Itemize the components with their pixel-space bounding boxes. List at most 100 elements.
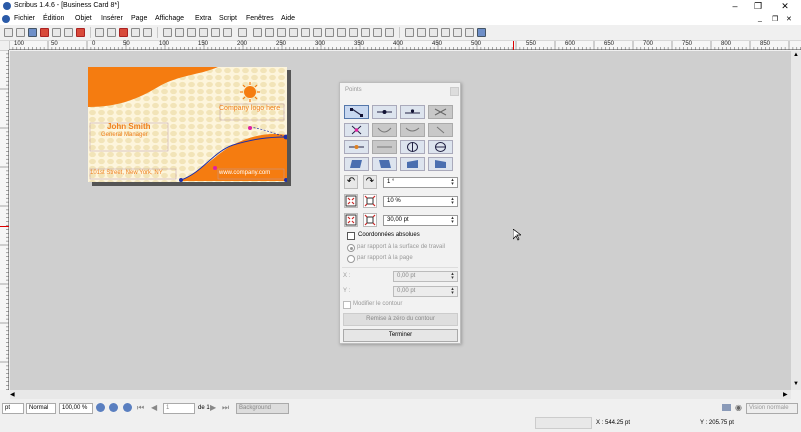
rotate-icon[interactable]: [289, 28, 298, 37]
menu-fenetres[interactable]: Fenêtres: [246, 15, 274, 22]
card-logo-text[interactable]: Company logo here: [219, 105, 280, 112]
symmetric-control-button[interactable]: [372, 123, 397, 137]
delete-points-button[interactable]: [428, 105, 453, 119]
scroll-left-icon[interactable]: ◀: [10, 391, 15, 398]
first-page-icon[interactable]: ⏮: [137, 403, 144, 413]
shear-right-button[interactable]: [372, 157, 397, 171]
pdf-export-icon[interactable]: [76, 28, 85, 37]
zoom-icon[interactable]: [301, 28, 310, 37]
mdi-minimize-button[interactable]: _: [758, 15, 762, 22]
copy-properties-icon[interactable]: [373, 28, 382, 37]
card-address[interactable]: 101st Street, New York, NY: [90, 170, 163, 176]
mirror-vertical-button[interactable]: [428, 140, 453, 154]
page-number-select[interactable]: 1: [163, 403, 195, 414]
table-icon[interactable]: [211, 28, 220, 37]
shear-up-button[interactable]: [400, 157, 425, 171]
enlarge-by-size-icon[interactable]: [363, 213, 377, 227]
card-name[interactable]: John Smith: [107, 122, 151, 131]
edit-contour-checkbox[interactable]: [343, 301, 351, 309]
undo-icon[interactable]: [95, 28, 104, 37]
shrink-by-size-icon[interactable]: [344, 213, 358, 227]
last-page-icon[interactable]: ⏭: [222, 403, 229, 413]
shear-left-button[interactable]: [344, 157, 369, 171]
absolute-coords-checkbox[interactable]: [347, 232, 355, 240]
select-tool-icon[interactable]: [163, 28, 172, 37]
minimize-button[interactable]: –: [724, 0, 746, 13]
copy-icon[interactable]: [131, 28, 140, 37]
panel-close-button[interactable]: [450, 87, 459, 96]
shape-icon[interactable]: [223, 28, 232, 37]
unlink-frames-icon[interactable]: [349, 28, 358, 37]
line-icon[interactable]: [253, 28, 262, 37]
business-card-page[interactable]: Company logo here John Smith General Man…: [88, 67, 287, 182]
close-doc-icon[interactable]: [40, 28, 49, 37]
preview-mode-icon[interactable]: [722, 404, 731, 411]
mdi-restore-button[interactable]: ❐: [772, 15, 778, 23]
menu-aide[interactable]: Aide: [281, 15, 295, 22]
pdf-listbox-icon[interactable]: [453, 28, 462, 37]
reset-this-control-button[interactable]: [428, 123, 453, 137]
render-frame-icon[interactable]: [199, 28, 208, 37]
menu-inserer[interactable]: Insérer: [101, 15, 123, 22]
menu-fichier[interactable]: Fichier: [14, 15, 35, 22]
preflight-icon[interactable]: [64, 28, 73, 37]
radio-page[interactable]: [347, 255, 355, 263]
scale-percent-input[interactable]: 10 % ▴ ▾: [383, 196, 458, 207]
spin-arrows-icon[interactable]: ▴ ▾: [449, 287, 456, 296]
unit-select[interactable]: pt: [2, 403, 24, 414]
prev-page-icon[interactable]: ◀: [151, 403, 157, 412]
open-path-button[interactable]: [344, 140, 369, 154]
pdf-textfield-icon[interactable]: [417, 28, 426, 37]
open-icon[interactable]: [16, 28, 25, 37]
image-mode-select[interactable]: Normal: [26, 403, 56, 414]
measure-icon[interactable]: [361, 28, 370, 37]
zoom-in-icon[interactable]: [123, 403, 132, 412]
eyedropper-icon[interactable]: [385, 28, 394, 37]
shrink-icon[interactable]: [344, 194, 358, 208]
scroll-up-icon[interactable]: ▲: [793, 52, 799, 58]
pdf-checkbox-icon[interactable]: [429, 28, 438, 37]
maximize-button[interactable]: ❐: [747, 0, 769, 13]
freehand-icon[interactable]: [277, 28, 286, 37]
radio-workspace[interactable]: [347, 244, 355, 252]
zoom-input[interactable]: 100,00 %: [59, 403, 93, 414]
zoom-out-icon[interactable]: [96, 403, 105, 412]
pdf-link-icon[interactable]: [477, 28, 486, 37]
edit-contents-icon[interactable]: [313, 28, 322, 37]
y-coordinate-input[interactable]: 0,00 pt ▴ ▾: [393, 286, 458, 297]
move-points-button[interactable]: [344, 105, 369, 119]
scroll-down-icon[interactable]: ▼: [793, 381, 799, 387]
text-frame-icon[interactable]: [175, 28, 184, 37]
menu-page[interactable]: Page: [131, 15, 147, 22]
finish-button[interactable]: Terminer: [343, 329, 458, 342]
menu-objet[interactable]: Objet: [75, 15, 92, 22]
paste-icon[interactable]: [143, 28, 152, 37]
menu-script[interactable]: Script: [219, 15, 237, 22]
pdf-button-icon[interactable]: [405, 28, 414, 37]
close-path-button[interactable]: [372, 140, 397, 154]
card-website[interactable]: www.company.com: [219, 170, 270, 176]
cut-icon[interactable]: [119, 28, 128, 37]
enlarge-icon[interactable]: [363, 194, 377, 208]
spin-arrows-icon[interactable]: ▴ ▾: [449, 197, 456, 206]
spin-arrows-icon[interactable]: ▴ ▾: [449, 216, 456, 225]
edit-text-icon[interactable]: [325, 28, 334, 37]
pdf-annotation-icon[interactable]: [465, 28, 474, 37]
x-coordinate-input[interactable]: 0,00 pt ▴ ▾: [393, 271, 458, 282]
mdi-close-button[interactable]: ✕: [786, 15, 792, 23]
rotate-right-icon[interactable]: ↷: [363, 175, 377, 189]
mirror-horizontal-button[interactable]: [400, 140, 425, 154]
next-page-icon[interactable]: ▶: [210, 403, 216, 412]
print-icon[interactable]: [52, 28, 61, 37]
close-button[interactable]: ✕: [774, 0, 796, 13]
layer-select[interactable]: Background: [236, 403, 289, 414]
shear-down-button[interactable]: [428, 157, 453, 171]
bezier-icon[interactable]: [265, 28, 274, 37]
menu-edition[interactable]: Édition: [43, 15, 64, 22]
menu-affichage[interactable]: Affichage: [155, 15, 184, 22]
new-document-icon[interactable]: [4, 28, 13, 37]
reset-contour-button[interactable]: Remise à zéro du contour: [343, 313, 458, 326]
zoom-100-icon[interactable]: [109, 403, 118, 412]
pdf-combobox-icon[interactable]: [441, 28, 450, 37]
scroll-right-icon[interactable]: ▶: [783, 391, 788, 398]
